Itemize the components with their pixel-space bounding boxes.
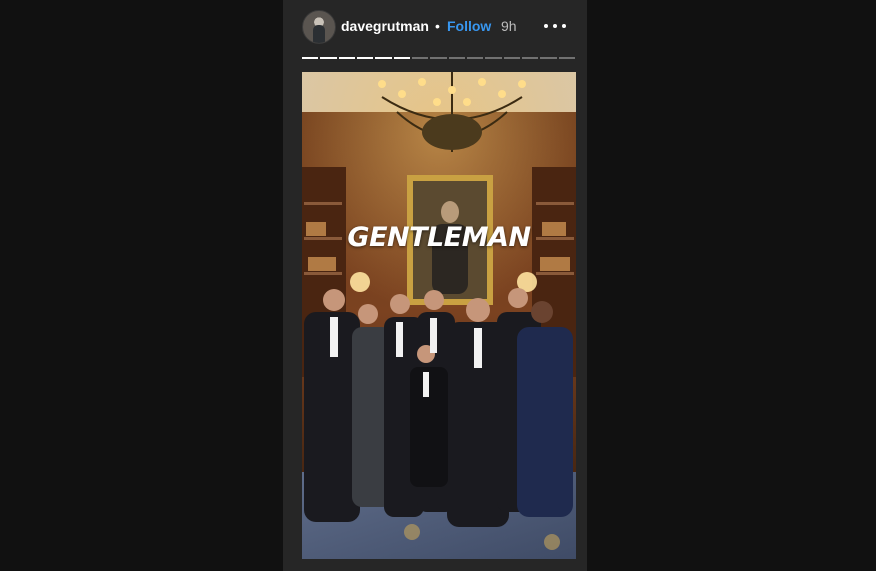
story-caption-text: GENTLEMAN: [347, 222, 531, 253]
progress-segment: [356, 57, 374, 59]
progress-segment: [558, 57, 575, 59]
progress-segment: [540, 57, 557, 59]
progress-segment: [448, 57, 465, 59]
progress-segment: [338, 57, 355, 59]
story-progress-bar: [302, 57, 575, 59]
progress-segment: [411, 57, 429, 59]
story-timestamp: 9h: [501, 18, 517, 34]
story-viewer: davegrutman • Follow 9h GENTLEMAN: [283, 0, 587, 571]
progress-segment: [485, 57, 502, 59]
story-photo[interactable]: GENTLEMAN: [302, 72, 576, 559]
group-photo-image: [302, 72, 576, 559]
follow-button[interactable]: Follow: [447, 17, 491, 35]
separator-dot: •: [435, 18, 440, 34]
progress-segment: [320, 57, 337, 59]
progress-segment: [375, 57, 392, 59]
progress-segment: [393, 57, 410, 59]
progress-segment: [503, 57, 520, 59]
progress-segment: [302, 57, 319, 59]
progress-segment: [430, 57, 447, 59]
avatar-person-icon: [313, 25, 325, 43]
avatar[interactable]: [302, 10, 336, 44]
username-link[interactable]: davegrutman: [341, 17, 429, 35]
story-header: davegrutman • Follow 9h: [283, 0, 587, 52]
progress-segment: [521, 57, 539, 59]
progress-segment: [466, 57, 484, 59]
more-options-icon[interactable]: [541, 16, 569, 36]
